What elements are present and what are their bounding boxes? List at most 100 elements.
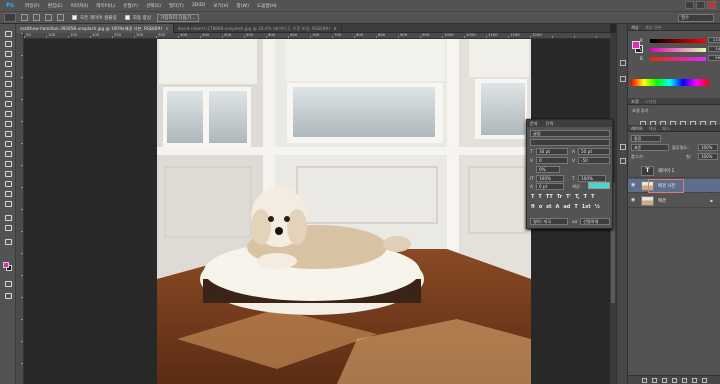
history-panel-icon[interactable] <box>620 60 626 66</box>
properties-panel-icon[interactable] <box>620 76 626 82</box>
tab-adjustments[interactable]: 조정 <box>631 99 639 104</box>
menu-filter[interactable]: 필터(T) <box>169 3 184 9</box>
close-tab-icon[interactable]: × <box>165 26 169 31</box>
adjustment-layer-icon[interactable] <box>671 377 677 383</box>
baseline-input[interactable]: 0 pt <box>536 183 564 190</box>
language-select[interactable]: 영어: 미국 <box>530 218 568 225</box>
layer-style-icon[interactable] <box>651 377 657 383</box>
tab-styles[interactable]: 스타일 <box>645 99 657 104</box>
marquee-tool-icon[interactable] <box>4 40 12 47</box>
layer-name[interactable]: 배경 사본 <box>658 183 676 189</box>
menu-help[interactable]: 도움말(H) <box>257 3 277 9</box>
opentype-icon[interactable]: A <box>556 204 560 210</box>
horizontal-scale-input[interactable]: 100% <box>578 175 606 182</box>
green-slider[interactable]: G 14 <box>640 46 720 52</box>
layer-mask-icon[interactable] <box>661 377 667 383</box>
shape-tool-icon[interactable] <box>4 200 12 207</box>
subtract-selection-icon[interactable] <box>45 14 52 21</box>
kerning-input[interactable]: 0 <box>536 157 568 164</box>
zoom-tool-icon[interactable] <box>4 224 12 231</box>
layer-row-selected[interactable]: ◉ 배경 사본 <box>628 179 720 193</box>
fill-input[interactable]: 100% <box>698 153 718 160</box>
color-panel-foreground-swatch[interactable] <box>632 41 640 49</box>
dodge-tool-icon[interactable] <box>4 160 12 167</box>
gradient-tool-icon[interactable] <box>4 140 12 147</box>
opentype-icon[interactable]: ½ <box>595 204 600 210</box>
tab-layers[interactable]: 레이어 <box>631 126 643 131</box>
brush-size-icon[interactable] <box>57 14 64 21</box>
vertical-scale-input[interactable]: 100% <box>536 175 564 182</box>
tab-character[interactable]: 문자 <box>530 121 538 127</box>
leading-input[interactable]: 50 pt <box>578 148 610 155</box>
add-selection-icon[interactable] <box>33 14 40 21</box>
more-tools-icon[interactable] <box>4 238 12 245</box>
layer-kind-filter[interactable]: 종류 <box>631 135 661 142</box>
subscript-button[interactable]: T, <box>575 194 580 200</box>
new-layer-icon[interactable] <box>691 377 697 383</box>
faux-bold-button[interactable]: T <box>531 194 534 200</box>
close-tab-icon[interactable]: × <box>333 26 337 31</box>
red-value[interactable]: 113 <box>708 37 720 43</box>
all-caps-button[interactable]: TT <box>546 194 553 200</box>
text-color-swatch[interactable] <box>588 182 610 189</box>
layer-row[interactable]: T 레이어 1 <box>628 164 720 178</box>
menu-file[interactable]: 파일(F) <box>25 3 40 9</box>
tracking-input[interactable]: -50 <box>578 157 610 164</box>
superscript-button[interactable]: T' <box>566 194 571 200</box>
character-panel-icon[interactable] <box>620 144 626 150</box>
crop-tool-icon[interactable] <box>4 70 12 77</box>
visibility-toggle[interactable] <box>631 168 637 173</box>
opentype-icon[interactable]: T <box>574 204 577 210</box>
menu-edit[interactable]: 편집(E) <box>48 3 63 9</box>
color-spectrum[interactable] <box>631 79 709 86</box>
vertical-ruler[interactable] <box>16 33 24 384</box>
quick-mask-icon[interactable] <box>4 280 12 287</box>
layer-row[interactable]: ◉ 배경 ▪ <box>628 194 720 208</box>
pen-tool-icon[interactable] <box>4 170 12 177</box>
canvas-image[interactable] <box>157 39 531 384</box>
opentype-icon[interactable]: fi <box>531 204 535 210</box>
menu-type[interactable]: 유형(Y) <box>123 3 138 9</box>
opentype-icon[interactable]: ad <box>563 204 570 210</box>
quick-select-tool-icon[interactable] <box>4 60 12 67</box>
healing-brush-tool-icon[interactable] <box>4 90 12 97</box>
menu-3d[interactable]: 3D(D) <box>192 3 206 8</box>
new-selection-icon[interactable] <box>21 14 28 21</box>
foreground-color-swatch[interactable] <box>3 262 9 268</box>
tab-swatches[interactable]: 색상 견본 <box>645 25 662 30</box>
tool-preset-picker[interactable] <box>4 13 16 22</box>
move-tool-icon[interactable] <box>4 30 12 37</box>
eyedropper-tool-icon[interactable] <box>4 80 12 87</box>
type-tool-icon[interactable] <box>4 180 12 187</box>
strikethrough-button[interactable]: T <box>591 194 594 200</box>
layer-name[interactable]: 레이어 1 <box>658 168 674 174</box>
red-slider[interactable]: R 113 <box>640 37 720 43</box>
font-family-select[interactable]: 굴림 <box>530 130 610 137</box>
history-brush-tool-icon[interactable] <box>4 120 12 127</box>
minimize-button[interactable] <box>685 1 694 9</box>
blur-tool-icon[interactable] <box>4 150 12 157</box>
opentype-icon[interactable]: 1st <box>582 204 591 210</box>
opentype-icon[interactable]: st <box>546 204 551 210</box>
small-caps-button[interactable]: Tr <box>557 194 562 200</box>
layer-name[interactable]: 배경 <box>658 198 666 204</box>
screen-mode-icon[interactable] <box>4 292 12 299</box>
auto-enhance-checkbox[interactable] <box>124 15 130 20</box>
menu-window[interactable]: 창(W) <box>237 3 249 9</box>
opentype-icon[interactable]: ơ <box>539 204 542 210</box>
path-selection-tool-icon[interactable] <box>4 190 12 197</box>
paragraph-panel-icon[interactable] <box>620 158 626 164</box>
blend-mode-select[interactable]: 표준 <box>631 144 669 151</box>
sample-all-layers-checkbox[interactable] <box>72 15 77 20</box>
antialias-select[interactable]: 선명하게 <box>580 218 610 225</box>
close-button[interactable] <box>707 1 716 9</box>
blue-slider[interactable]: B 99 <box>640 55 720 61</box>
eye-icon[interactable]: ◉ <box>631 183 637 188</box>
green-value[interactable]: 14 <box>708 46 720 52</box>
workspace-select[interactable]: 필수 <box>678 14 714 22</box>
font-size-input[interactable]: 30 pt <box>536 148 568 155</box>
underline-button[interactable]: T <box>584 194 587 200</box>
link-layers-icon[interactable] <box>641 377 647 383</box>
hand-tool-icon[interactable] <box>4 214 12 221</box>
restore-button[interactable] <box>696 1 705 9</box>
